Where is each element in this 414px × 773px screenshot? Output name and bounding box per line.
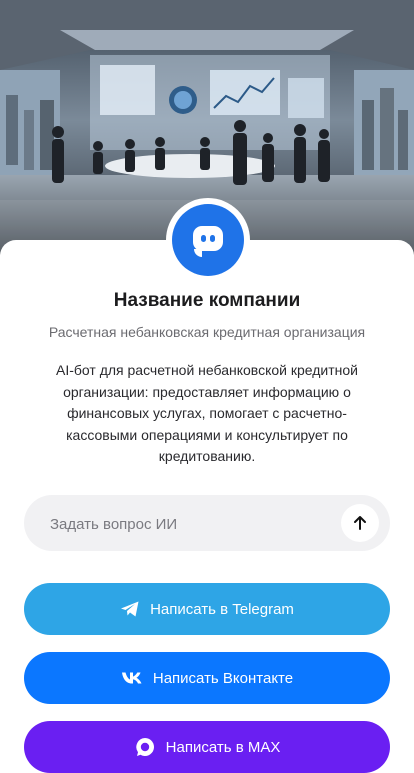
max-button-label: Написать в MAX	[165, 738, 281, 756]
max-button[interactable]: Написать в MAX	[24, 721, 390, 773]
chat-bot-icon	[193, 226, 223, 257]
max-icon	[134, 736, 156, 758]
ask-ai-bar	[24, 495, 390, 553]
vk-button-label: Написать Вконтакте	[152, 669, 294, 687]
send-button[interactable]	[341, 504, 379, 542]
company-description: AI-бот для расчетной небанковской кредит…	[56, 362, 358, 464]
telegram-button[interactable]: Написать в Telegram	[24, 583, 390, 635]
company-name: Название компании	[113, 290, 301, 311]
telegram-icon	[120, 600, 140, 618]
avatar	[172, 204, 244, 276]
ask-ai-input[interactable]	[48, 495, 342, 553]
company-subtitle: Расчетная небанковская кредитная организ…	[48, 324, 366, 340]
vk-button[interactable]: Написать Вконтакте	[24, 652, 390, 704]
vk-icon	[121, 671, 143, 685]
arrow-up-icon	[354, 516, 366, 530]
telegram-button-label: Написать в Telegram	[150, 600, 294, 618]
